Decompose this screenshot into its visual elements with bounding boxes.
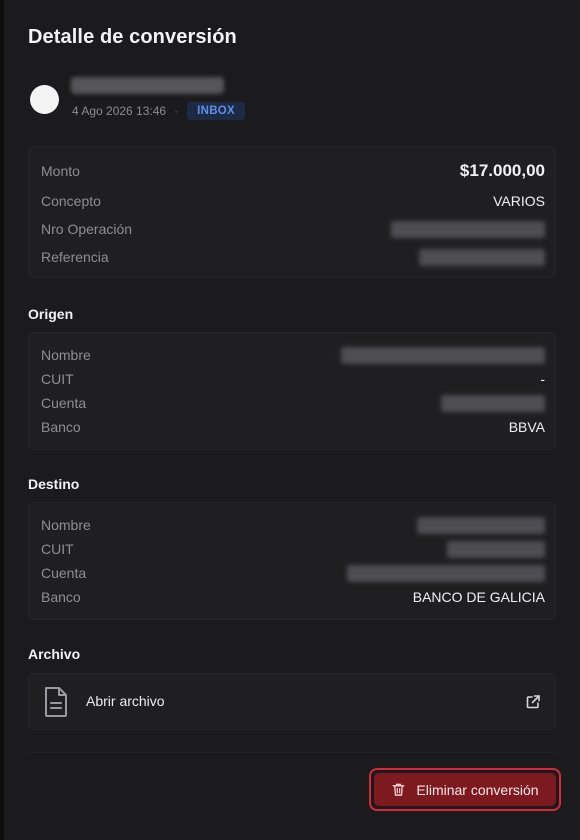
destino-cuenta-redacted — [347, 564, 545, 582]
status-badge: INBOX — [187, 102, 246, 120]
destino-row: Banco BANCO DE GALICIA — [41, 587, 545, 607]
delete-button-focus-ring: Eliminar conversión — [369, 768, 561, 811]
delete-button-label: Eliminar conversión — [416, 781, 539, 798]
origen-row: CUIT - — [41, 369, 545, 389]
origen-nombre-redacted — [341, 346, 545, 364]
summary-row: Monto $17.000,00 — [41, 161, 545, 181]
origen-row: Banco BBVA — [41, 417, 545, 437]
conversion-detail-panel: Detalle de conversión 4 Ago 2026 13:46 ·… — [4, 0, 580, 840]
document-icon — [45, 687, 67, 717]
destino-nombre-label: Nombre — [41, 517, 91, 533]
referencia-redacted — [419, 248, 545, 266]
concepto-label: Concepto — [41, 193, 101, 209]
open-file-row[interactable]: Abrir archivo — [28, 673, 556, 730]
footer-divider — [28, 752, 556, 753]
destino-cuit-label: CUIT — [41, 541, 74, 557]
origen-cuenta-redacted — [441, 394, 545, 412]
origen-banco-label: Banco — [41, 419, 81, 435]
open-file-label[interactable]: Abrir archivo — [86, 693, 165, 709]
origen-row: Cuenta — [41, 393, 545, 413]
nro-operacion-redacted — [391, 220, 545, 238]
summary-row: Concepto VARIOS — [41, 191, 545, 211]
external-link-icon[interactable] — [525, 694, 541, 710]
monto-label: Monto — [41, 163, 80, 179]
referencia-label: Referencia — [41, 249, 109, 265]
nro-operacion-label: Nro Operación — [41, 221, 133, 237]
avatar — [30, 85, 59, 114]
concepto-value: VARIOS — [493, 193, 545, 209]
origen-card: Nombre CUIT - Cuenta Banco BBVA — [28, 332, 556, 450]
delete-conversion-button[interactable]: Eliminar conversión — [374, 773, 556, 806]
destino-cuit-redacted — [447, 540, 545, 558]
destino-row: CUIT — [41, 539, 545, 559]
destino-title: Destino — [28, 476, 80, 492]
destino-card: Nombre CUIT Cuenta Banco BANCO DE GALICI… — [28, 502, 556, 620]
origen-title: Origen — [28, 306, 74, 322]
origen-nombre-label: Nombre — [41, 347, 91, 363]
meta-separator: · — [174, 104, 179, 118]
origen-cuit-value: - — [540, 371, 545, 387]
trash-icon — [393, 783, 405, 796]
archivo-title: Archivo — [28, 646, 81, 662]
date-text: 4 Ago 2026 13:46 — [72, 104, 167, 118]
summary-row: Referencia — [41, 247, 545, 267]
destino-banco-label: Banco — [41, 589, 81, 605]
header-meta: 4 Ago 2026 13:46 · INBOX — [72, 102, 246, 120]
destino-row: Nombre — [41, 515, 545, 535]
origen-cuit-label: CUIT — [41, 371, 74, 387]
page-title: Detalle de conversión — [28, 26, 237, 48]
summary-card: Monto $17.000,00 Concepto VARIOS Nro Ope… — [28, 146, 556, 278]
sender-name-redacted — [71, 77, 224, 94]
monto-value: $17.000,00 — [459, 161, 545, 180]
origen-row: Nombre — [41, 345, 545, 365]
origen-cuenta-label: Cuenta — [41, 395, 87, 411]
destino-cuenta-label: Cuenta — [41, 565, 87, 581]
destino-row: Cuenta — [41, 563, 545, 583]
origen-banco-value: BBVA — [508, 419, 545, 435]
destino-nombre-redacted — [417, 516, 545, 534]
destino-banco-value: BANCO DE GALICIA — [412, 589, 545, 605]
summary-row: Nro Operación — [41, 219, 545, 239]
